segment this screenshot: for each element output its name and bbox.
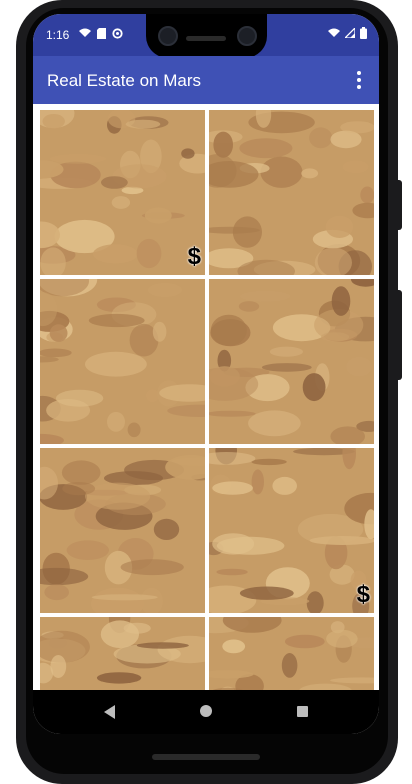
mars-photo-tile[interactable]: $ (209, 448, 374, 613)
front-camera-icon (237, 26, 257, 46)
screen: 1:16 Real Estate on Mars $ $ (33, 14, 379, 734)
status-icons-right (328, 27, 367, 39)
app-title: Real Estate on Mars (47, 71, 202, 90)
status-time: 1:16 (46, 28, 70, 42)
mars-photo-tile[interactable] (40, 448, 205, 613)
wifi-icon (79, 28, 91, 37)
for-sale-icon: $ (187, 243, 201, 270)
mars-photo-tile[interactable] (209, 110, 374, 275)
mars-terrain-image (40, 279, 205, 444)
mars-terrain-image (209, 448, 374, 613)
recents-icon[interactable] (297, 706, 308, 717)
mars-terrain-image (209, 279, 374, 444)
mars-photo-tile[interactable] (209, 617, 374, 690)
for-sale-icon: $ (356, 581, 370, 608)
volume-button (396, 290, 402, 380)
more-vert-icon[interactable] (349, 68, 369, 92)
mars-photo-tile[interactable]: $ (40, 110, 205, 275)
mars-terrain-image (40, 110, 205, 275)
mars-photo-tile[interactable] (40, 617, 205, 690)
front-camera-icon (158, 26, 178, 46)
camera-notch (146, 14, 267, 58)
earpiece (186, 36, 226, 41)
bottom-speaker (152, 754, 260, 760)
back-icon[interactable] (104, 705, 115, 719)
sd-card-icon (97, 28, 106, 39)
mars-terrain-image (40, 617, 205, 690)
navigation-bar (33, 690, 379, 734)
power-button (396, 180, 402, 230)
mars-photo-tile[interactable] (40, 279, 205, 444)
sync-icon (112, 28, 123, 39)
status-icons-left (79, 28, 123, 39)
mars-terrain-image (209, 617, 374, 690)
mars-terrain-image (40, 448, 205, 613)
cell-signal-icon (345, 28, 355, 38)
app-bar: Real Estate on Mars (33, 56, 379, 104)
home-icon[interactable] (200, 705, 212, 717)
mars-terrain-image (209, 110, 374, 275)
photo-grid: $ $ (40, 110, 374, 690)
wifi-signal-icon (328, 28, 340, 37)
battery-icon (360, 27, 367, 39)
status-bar: 1:16 (33, 14, 379, 58)
mars-photo-tile[interactable] (209, 279, 374, 444)
